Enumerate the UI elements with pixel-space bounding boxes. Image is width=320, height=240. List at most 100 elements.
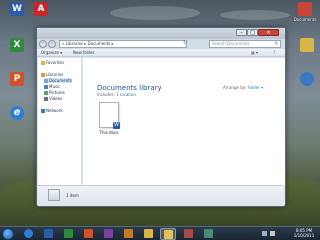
nav-item-music[interactable]: Music [44,84,60,89]
view-options-icon[interactable]: ▦ ▾ [251,50,258,55]
desktop-icon-folder[interactable] [292,38,320,52]
explorer-window: – □ ✕ ‹ › « Libraries ▸ Documents ▸ ↻ Se… [36,27,286,207]
app-icon [123,229,133,238]
file-item[interactable]: W This.docx [97,102,121,135]
cloud [110,6,200,20]
excel-icon: X [10,38,24,52]
desktop-icon-powerpoint[interactable]: P [2,72,32,86]
organize-menu[interactable]: Organize ▾ [41,50,62,55]
file-list-pane: Documents library Includes: 1 location A… [83,58,285,186]
taskbar-app[interactable] [120,228,136,240]
word-badge-icon: W [113,122,120,129]
minimize-button[interactable]: – [236,29,247,36]
internet-explorer-icon [23,229,33,238]
taskbar-onenote[interactable] [100,228,116,240]
word-icon [43,229,53,238]
network-tray-icon[interactable] [262,231,267,236]
title-bar[interactable]: – □ ✕ [37,28,285,39]
new-folder-button[interactable]: New folder [73,50,95,55]
powerpoint-icon [83,229,93,238]
nav-label: Libraries [46,72,64,77]
nav-item-pictures[interactable]: Pictures [44,90,65,95]
taskbar-word[interactable] [40,228,56,240]
arrange-by: Arrange by: Folder ▾ [223,85,263,90]
desktop: W A X P e Documents – □ ✕ ‹ › « Librarie… [0,0,320,240]
nav-label: Music [49,84,61,89]
nav-item-documents[interactable]: Documents [44,78,72,83]
taskbar: 8:05 PM 1/10/2011 [0,226,320,240]
taskbar-ie[interactable] [20,228,36,240]
taskbar-excel[interactable] [60,228,76,240]
start-button[interactable] [2,228,14,240]
minimize-icon: – [240,30,243,36]
nav-item-network[interactable]: Network [41,108,63,113]
desktop-icon-excel[interactable]: X [2,38,32,52]
command-bar: Organize ▾ New folder ▦ ▾ ? [37,49,285,57]
desktop-icon-label: Documents [293,17,317,22]
nav-item-libraries[interactable]: Libraries [41,72,63,77]
nav-item-videos[interactable]: Videos [44,96,62,101]
forward-button[interactable]: › [48,40,56,48]
library-includes: Includes: 1 location [97,92,136,97]
close-button[interactable]: ✕ [258,29,279,36]
pictures-icon [44,90,48,95]
arrange-dropdown[interactable]: Folder ▾ [247,85,263,90]
clock-date: 1/10/2011 [293,233,315,238]
folder-icon [300,38,314,52]
desktop-icon-shortcut[interactable] [292,72,320,86]
document-icon: W [99,102,120,129]
nav-label: Documents [49,78,72,83]
desktop-icon-documents[interactable]: Documents [290,2,320,22]
address-bar[interactable]: « Libraries ▸ Documents ▸ [59,40,187,48]
desktop-icon-adobe[interactable]: A [26,2,56,16]
taskbar-explorer[interactable] [160,228,176,240]
desktop-icon-internet-explorer[interactable]: e [2,106,32,120]
star-icon [41,60,45,65]
includes-link[interactable]: 1 location [116,92,136,97]
details-pane: 1 item [38,185,284,205]
documents-icon [44,78,48,83]
item-count: 1 item [66,193,79,198]
nav-label: Pictures [49,90,65,95]
library-icon [48,189,60,201]
taskbar-folder[interactable] [140,228,156,240]
shortcut-icon [300,72,314,86]
excel-icon [63,229,73,238]
network-icon [41,108,45,113]
navigation-pane: Favorites Libraries Documents Music Pict… [38,58,82,186]
library-icon [41,72,45,77]
documents-icon [298,2,312,16]
arrange-label: Arrange by: [223,85,247,90]
includes-label: Includes: [97,92,115,97]
app-icon [203,229,213,238]
clock[interactable]: 8:05 PM 1/10/2011 [290,228,318,238]
refresh-icon[interactable]: ↻ [183,41,187,46]
internet-explorer-icon: e [10,106,24,120]
maximize-button[interactable]: □ [247,29,258,36]
videos-icon [44,96,48,101]
nav-label: Videos [49,96,63,101]
back-button[interactable]: ‹ [39,40,47,48]
taskbar-powerpoint[interactable] [80,228,96,240]
adobe-icon: A [34,2,48,16]
powerpoint-icon: P [10,72,24,86]
app-icon [183,229,193,238]
explorer-icon [163,230,173,239]
help-icon[interactable]: ? [273,50,275,55]
search-placeholder: Search Documents [212,41,250,46]
nav-label: Favorites [46,60,65,65]
taskbar-app-2[interactable] [180,228,196,240]
nav-label: Network [46,108,63,113]
folder-icon [143,229,153,238]
volume-icon[interactable] [270,231,275,236]
library-title: Documents library [97,84,162,92]
cloud [220,10,290,20]
taskbar-app-3[interactable] [200,228,216,240]
nav-item-favorites[interactable]: Favorites [41,60,64,65]
music-icon [44,84,48,89]
maximize-icon: □ [250,30,255,36]
search-input[interactable]: Search Documents ⚲ [209,40,281,48]
word-icon: W [10,2,24,16]
onenote-icon [103,229,113,238]
search-icon: ⚲ [274,41,278,47]
